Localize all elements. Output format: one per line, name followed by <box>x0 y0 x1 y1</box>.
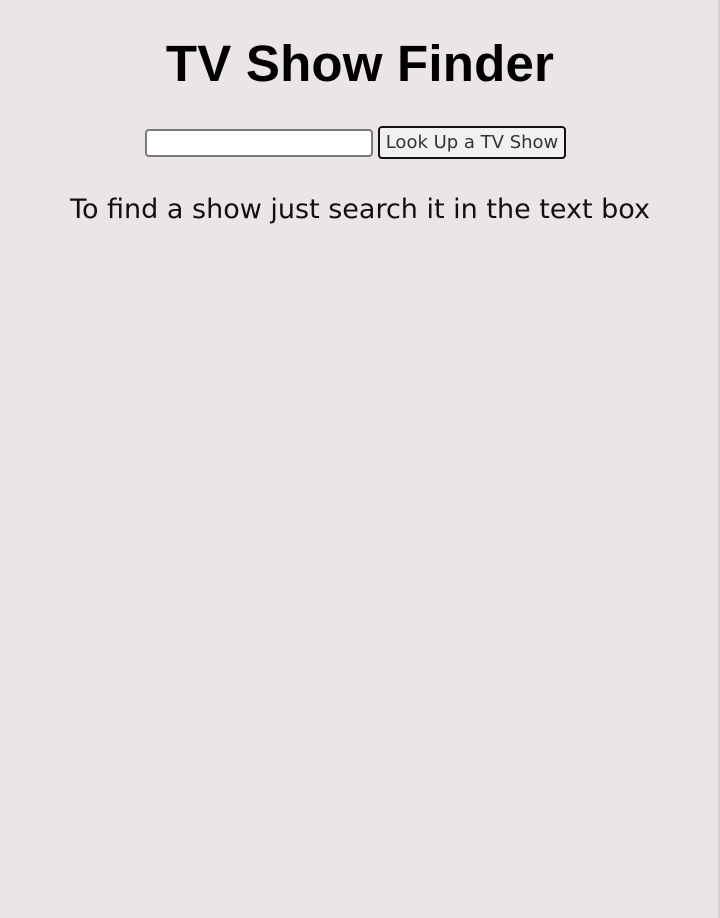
look-up-tv-show-button[interactable]: Look Up a TV Show <box>378 126 566 159</box>
search-input[interactable] <box>145 128 373 157</box>
search-instructions: To find a show just search it in the tex… <box>70 194 650 225</box>
search-bar: Look Up a TV Show <box>145 126 566 159</box>
page-title: TV Show Finder <box>165 35 555 92</box>
